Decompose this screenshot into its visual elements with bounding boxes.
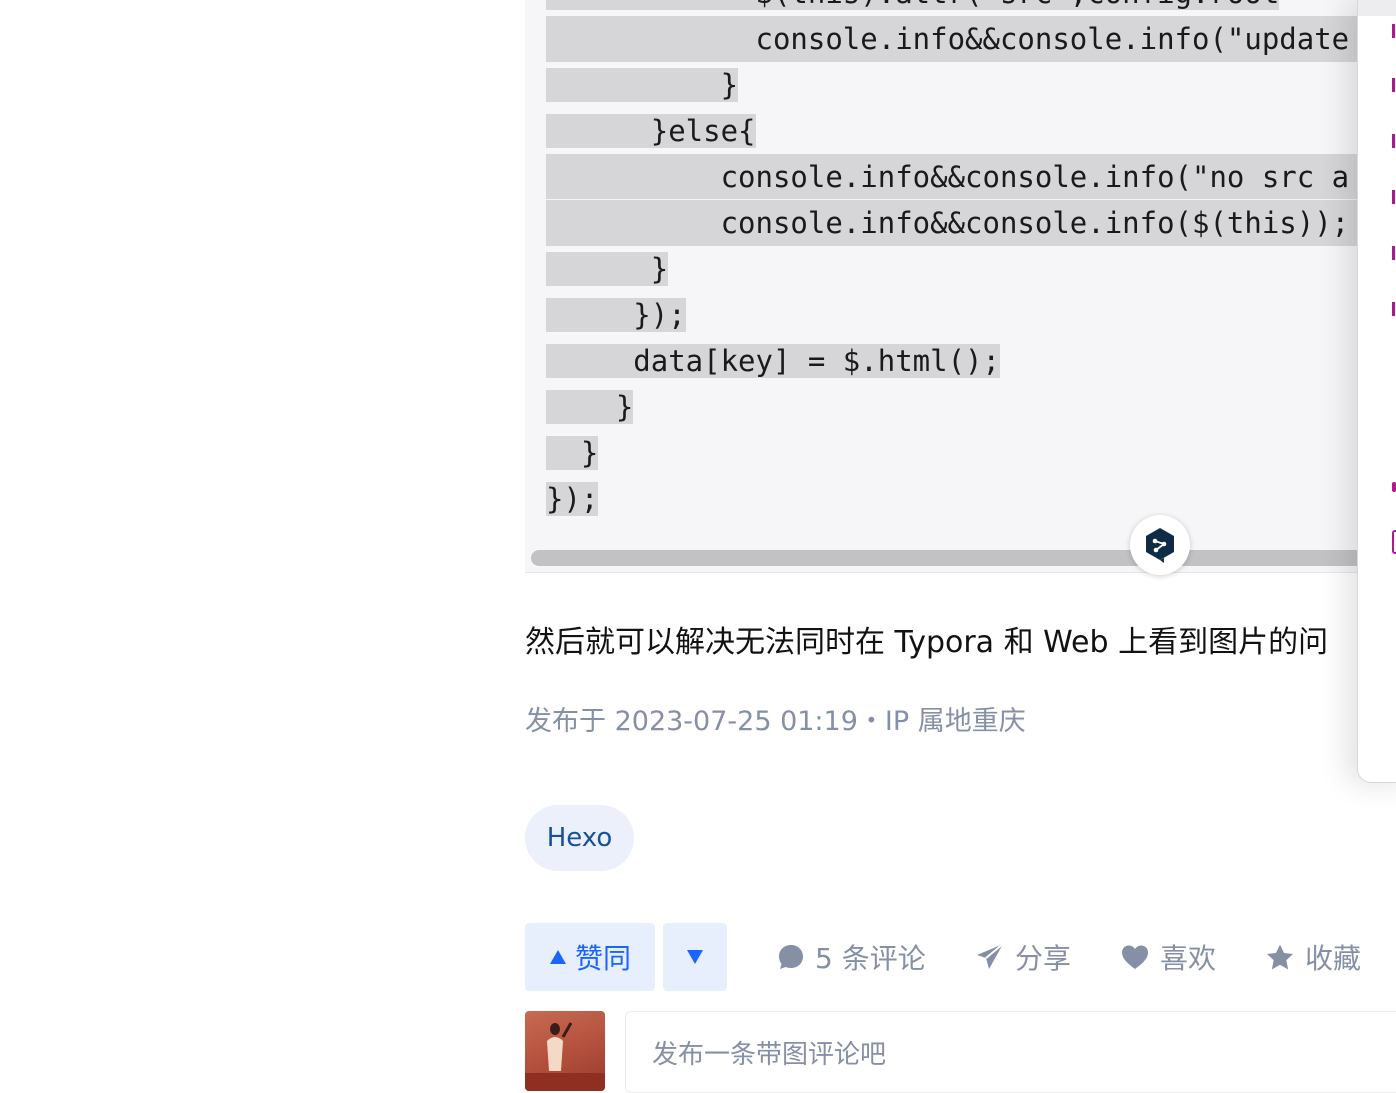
code-line: console.info&&console.info("no src a [546,154,1376,200]
comments-button[interactable]: 5 条评论 [777,935,926,979]
code-line: } [546,436,599,470]
code-lines: $(this).attr("src",config.root console.i… [546,0,1376,522]
comment-input[interactable]: 发布一条带图评论吧 [625,1011,1396,1093]
favorite-button[interactable]: 收藏 [1265,935,1361,979]
publish-meta: 发布于 2023-07-25 01:19・IP 属地重庆 [525,706,1026,737]
deepl-icon [1146,528,1174,563]
side-panel-marker [1392,482,1396,492]
share-label: 分享 [1015,942,1072,975]
user-avatar[interactable] [525,1011,605,1091]
star-icon [1267,944,1293,970]
code-line: } [546,252,669,286]
code-line: }); [546,298,686,332]
upvote-label: 赞同 [574,942,631,975]
topic-tag[interactable]: Hexo [525,805,634,871]
side-panel-header [1358,0,1396,16]
triangle-down-icon [687,950,703,964]
article-summary: 然后就可以解决无法同时在 Typora 和 Web 上看到图片的问 [525,625,1329,660]
avatar-illustration [525,1022,605,1091]
translate-button[interactable] [1130,515,1190,575]
side-panel-marker [1392,190,1395,204]
comment-bubble-icon [779,945,803,969]
code-line: }else{ [546,114,756,148]
code-line: } [546,390,634,424]
code-horizontal-scrollbar[interactable] [531,550,1396,566]
code-line: }); [546,482,599,516]
side-panel-marker [1392,530,1396,554]
code-separator [546,199,1396,200]
topic-tag-label: Hexo [546,823,613,853]
side-panel-marker [1392,134,1395,148]
comments-label: 5 条评论 [815,942,926,975]
side-panel-marker [1392,246,1395,260]
paper-plane-icon [977,943,1004,969]
code-block: $(this).attr("src",config.root console.i… [525,0,1396,573]
comment-placeholder: 发布一条带图评论吧 [652,1040,887,1070]
side-panel-marker [1392,78,1395,92]
like-button[interactable]: 喜欢 [1120,935,1216,979]
favorite-label: 收藏 [1305,942,1362,975]
like-label: 喜欢 [1160,942,1217,975]
code-line: console.info&&console.info($(this)); [546,200,1376,246]
code-line: data[key] = $.html(); [546,344,1000,378]
code-line: } [546,68,739,102]
upvote-button[interactable]: 赞同 [525,923,655,991]
heart-icon [1122,945,1148,969]
code-line: console.info&&console.info("update [546,16,1376,62]
side-panel-marker [1392,24,1395,38]
side-panel-marker [1392,302,1395,316]
triangle-up-icon [549,950,566,964]
downvote-button[interactable] [663,923,727,991]
browser-side-panel [1357,0,1396,783]
code-line: $(this).attr("src",config.root [546,0,1376,16]
share-button[interactable]: 分享 [975,935,1071,979]
